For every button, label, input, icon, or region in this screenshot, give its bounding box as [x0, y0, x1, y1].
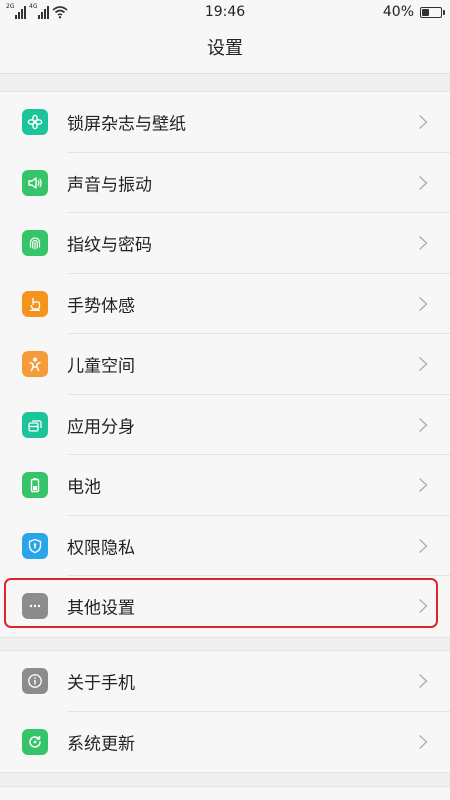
settings-row-label: 指纹与密码: [67, 235, 152, 256]
battery-status-icon: [420, 6, 445, 18]
flower-icon: [22, 109, 48, 136]
chevron-right-icon: [418, 598, 428, 614]
settings-row[interactable]: 其他设置: [0, 576, 450, 637]
settings-row[interactable]: 手势体感: [0, 274, 450, 334]
info-icon: [22, 668, 48, 695]
battery-status: 40%: [382, 4, 445, 20]
settings-row[interactable]: 声音与振动: [0, 153, 450, 213]
settings-row[interactable]: 权限隐私: [0, 516, 450, 576]
settings-row[interactable]: 儿童空间: [0, 334, 450, 395]
settings-row[interactable]: 应用分身: [0, 395, 450, 455]
speaker-icon: [22, 169, 48, 196]
child-icon: [22, 351, 48, 378]
settings-group-main: 锁屏杂志与壁纸 声音与振动指纹与密码手势体感儿童空间应用分身电池权限隐私其他设置: [0, 91, 450, 638]
settings-row-label: 儿童空间: [67, 356, 135, 377]
bottom-strip: [0, 786, 450, 800]
settings-row-label: 其他设置: [67, 598, 135, 619]
hand-gesture-icon: [22, 290, 48, 317]
chevron-right-icon: [418, 538, 428, 554]
chevron-right-icon: [418, 734, 428, 750]
status-bar: 2G 4G 19:46 40%: [0, 0, 450, 24]
chevron-right-icon: [418, 673, 428, 689]
page-title: 设置: [0, 24, 450, 74]
chevron-right-icon: [418, 356, 428, 372]
settings-row[interactable]: 指纹与密码: [0, 213, 450, 274]
settings-row-label: 声音与振动: [67, 175, 152, 196]
settings-row[interactable]: 关于手机: [0, 651, 450, 712]
settings-row-label: 系统更新: [67, 734, 135, 755]
chevron-right-icon: [418, 175, 428, 191]
settings-row-label: 关于手机: [67, 673, 135, 694]
chevron-right-icon: [418, 235, 428, 251]
battery-icon: [22, 472, 48, 499]
app-clone-icon: [22, 411, 48, 438]
settings-row[interactable]: 锁屏杂志与壁纸: [0, 92, 450, 153]
settings-row-label: 电池: [67, 477, 101, 498]
chevron-right-icon: [418, 114, 428, 130]
chevron-right-icon: [418, 296, 428, 312]
settings-group-about: 关于手机 系统更新: [0, 650, 450, 773]
settings-row-label: 锁屏杂志与壁纸: [67, 114, 186, 135]
more-dots-icon: [22, 593, 48, 620]
settings-row[interactable]: 电池: [0, 455, 450, 516]
fingerprint-icon: [22, 230, 48, 257]
update-icon: [22, 728, 48, 755]
battery-percent: 40%: [382, 4, 414, 20]
shield-icon: [22, 532, 48, 559]
settings-row-label: 应用分身: [67, 417, 135, 438]
chevron-right-icon: [418, 417, 428, 433]
settings-row[interactable]: 系统更新: [0, 712, 450, 773]
chevron-right-icon: [418, 477, 428, 493]
battery-level: [422, 8, 430, 16]
settings-row-label: 手势体感: [67, 296, 135, 317]
settings-row-label: 权限隐私: [67, 538, 135, 559]
